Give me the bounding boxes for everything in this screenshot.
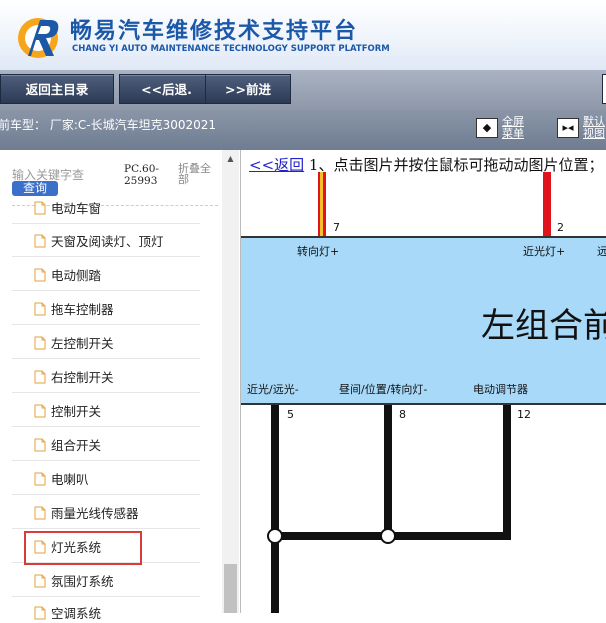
tree-separator	[12, 596, 200, 597]
home-button[interactable]: 返回主目录	[0, 74, 114, 104]
file-icon	[34, 404, 46, 417]
tree-item-label: 电动车窗	[51, 201, 102, 216]
scroll-up-arrow-icon[interactable]: ▲	[222, 154, 239, 168]
tree-separator	[12, 358, 200, 359]
tree-item-label: 电动侧踏	[51, 268, 102, 283]
pin-label: 近光/远光-	[247, 383, 299, 396]
tree-separator	[12, 324, 200, 325]
logo-icon	[18, 18, 59, 58]
search-button[interactable]: 查询	[12, 181, 58, 196]
tree-separator	[12, 528, 200, 529]
pin-number: 12	[517, 408, 531, 421]
scroll-thumb[interactable]	[224, 564, 237, 613]
pin-number: 2	[557, 221, 564, 234]
brand-title: 畅易汽车维修技术支持平台	[70, 19, 359, 44]
component-name: 左组合前	[481, 306, 606, 346]
tree-separator	[12, 256, 200, 257]
pc-code: PC.60- 25993	[124, 163, 159, 187]
file-icon	[34, 574, 46, 587]
collapse-label-2: 部	[178, 173, 189, 186]
tree-item-label: 空调系统	[51, 606, 102, 621]
tree-item[interactable]: 氛围灯系统	[34, 571, 114, 591]
file-icon	[34, 201, 46, 214]
toolbar-edge-button[interactable]	[602, 74, 606, 104]
tree-separator	[12, 494, 200, 495]
tree-item[interactable]: 组合开关	[34, 435, 101, 455]
tree-item-label: 氛围灯系统	[51, 574, 114, 589]
tree-separator	[12, 392, 200, 393]
brand-subtitle: CHANG YI AUTO MAINTENANCE TECHNOLOGY SUP…	[72, 44, 390, 54]
current-vehicle: 前车型： 厂家:C-长城汽车坦克3002021	[0, 118, 217, 132]
pc-code-line-2: 25993	[124, 175, 158, 187]
splice-node-1	[267, 528, 283, 544]
tree-item[interactable]: 天窗及阅读灯、顶灯	[34, 231, 164, 251]
back-link[interactable]: <<返回	[249, 156, 304, 174]
pin-label: 远	[597, 243, 606, 259]
collapse-all-button[interactable]: 折叠全 部	[178, 163, 211, 185]
header: 畅易汽车维修技术支持平台 CHANG YI AUTO MAINTENANCE T…	[0, 0, 606, 70]
highlight-box	[24, 531, 142, 565]
tree-separator	[12, 290, 200, 291]
tree-item[interactable]: 右控制开关	[34, 367, 114, 387]
file-icon	[34, 302, 46, 315]
tree-item[interactable]: 雨量光线传感器	[34, 503, 139, 523]
wire-top-1-stripe	[320, 172, 323, 236]
tree-item-label: 电喇叭	[51, 472, 89, 487]
file-icon	[34, 472, 46, 485]
tree-separator	[12, 460, 200, 461]
file-icon	[34, 234, 46, 247]
file-icon	[34, 438, 46, 451]
wire-top-2	[543, 172, 551, 236]
pin-number: 7	[333, 221, 340, 234]
fullscreen-menu-link[interactable]: 全屏 菜单	[502, 116, 524, 140]
menu-label: 菜单	[502, 127, 524, 140]
pin-label: 电动调节器	[473, 383, 528, 396]
fullscreen-icon[interactable]: ◆	[476, 118, 498, 138]
tree-item-label: 天窗及阅读灯、顶灯	[51, 234, 164, 249]
wire-bottom-2	[275, 401, 392, 540]
file-icon	[34, 336, 46, 349]
wiring-diagram[interactable]: <<返回 1、点击图片并按住鼠标可拖动动图片位置； 左组合前 7 2 转向灯+ …	[240, 150, 606, 613]
tree-item-label: 右控制开关	[51, 370, 114, 385]
tree-item[interactable]: 电喇叭	[34, 469, 89, 489]
tree-item[interactable]: 电动侧踏	[34, 265, 101, 285]
view-label: 视图	[583, 127, 605, 140]
pin-label: 近光灯+	[523, 245, 566, 258]
tree-item-label: 左控制开关	[51, 336, 114, 351]
default-view-icon[interactable]: ▸◂	[557, 118, 579, 138]
toolbar: 返回主目录 <<后退. >>前进	[0, 70, 606, 110]
file-icon	[34, 268, 46, 281]
tree-item[interactable]: 左控制开关	[34, 333, 114, 353]
pin-number: 8	[399, 408, 406, 421]
sidebar-scrollbar[interactable]: ▲	[222, 150, 239, 613]
hint-label: 1、点击图片并按住鼠标可拖动动图片位置；	[304, 156, 604, 174]
pc-code-line-1: PC.60-	[124, 163, 159, 175]
tree-item-label: 组合开关	[51, 438, 102, 453]
tree-separator	[12, 223, 200, 224]
wire-bottom-3	[388, 401, 511, 540]
pin-number: 5	[287, 408, 294, 421]
pin-label: 转向灯+	[297, 245, 340, 258]
tree-item[interactable]: 空调系统	[34, 603, 101, 623]
tree-item[interactable]: 拖车控制器	[34, 299, 114, 319]
tree-item-label: 控制开关	[51, 404, 102, 419]
file-icon	[34, 370, 46, 383]
tree-item[interactable]: 电动车窗	[34, 198, 101, 218]
tree-item-label: 拖车控制器	[51, 302, 114, 317]
default-view-link[interactable]: 默认 视图	[583, 116, 605, 140]
tree-separator	[12, 426, 200, 427]
splice-node-2	[380, 528, 396, 544]
file-icon	[34, 506, 46, 519]
pin-label: 昼间/位置/转向灯-	[339, 383, 428, 396]
hint-text: <<返回 1、点击图片并按住鼠标可拖动动图片位置；	[249, 154, 603, 175]
back-button[interactable]: <<后退.	[119, 74, 214, 104]
tree-item-label: 雨量光线传感器	[51, 506, 139, 521]
forward-button[interactable]: >>前进	[205, 74, 291, 104]
tree-item[interactable]: 控制开关	[34, 401, 101, 421]
